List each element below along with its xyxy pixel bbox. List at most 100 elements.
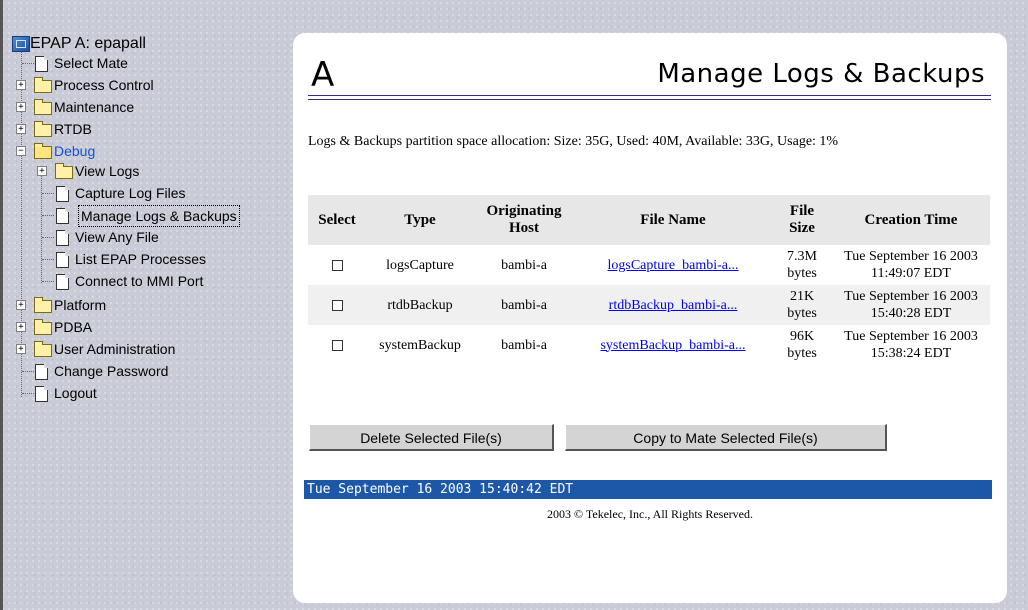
creation-time-cell: Tue September 16 2003 15:38:24 EDT [844, 329, 978, 361]
page-title: Manage Logs & Backups [657, 59, 985, 89]
row-checkbox[interactable] [331, 299, 343, 311]
expand-icon[interactable]: + [37, 166, 47, 176]
document-icon [35, 364, 48, 380]
tree-item-label: Change Password [54, 363, 169, 379]
delete-selected-button[interactable]: Delete Selected File(s) [309, 424, 554, 451]
expand-icon[interactable]: + [16, 300, 26, 310]
tree-item-process-control[interactable]: + Process Control [12, 75, 154, 95]
file-name-cell: systemBackup_bambi-a... [574, 325, 772, 365]
creation-time-cell: Tue September 16 2003 11:49:07 EDT [844, 249, 978, 281]
table-row: logsCapture bambi-a logsCapture_bambi-a.… [308, 245, 990, 285]
collapse-icon[interactable]: − [16, 146, 26, 156]
tree-item-label: Maintenance [54, 99, 135, 115]
header-type: Type [366, 195, 474, 245]
header-file-size: File Size [772, 195, 832, 245]
tree-item-rtdb[interactable]: + RTDB [12, 119, 92, 139]
document-icon [56, 230, 69, 246]
folder-icon [34, 77, 52, 93]
tree-item-view-any-file[interactable]: View Any File [12, 227, 159, 247]
tree-item-label: Logout [54, 385, 97, 401]
host-cell: bambi-a [501, 257, 547, 273]
tree-item-logout[interactable]: Logout [12, 383, 97, 403]
tree-item-connect-mmi-port[interactable]: Connect to MMI Port [12, 271, 203, 291]
type-cell: systemBackup [379, 337, 461, 353]
tree-item-label: Platform [54, 297, 107, 313]
file-link[interactable]: logsCapture_bambi-a... [607, 258, 738, 273]
document-icon [35, 56, 48, 72]
folder-icon [34, 121, 52, 137]
header-select: Select [308, 195, 366, 245]
tree-item-label: Capture Log Files [75, 185, 186, 201]
expand-icon[interactable]: + [16, 102, 26, 112]
tree-item-label: Connect to MMI Port [75, 273, 204, 289]
select-cell [308, 245, 366, 285]
type-cell: rtdbBackup [366, 285, 474, 325]
tree-item-label: PDBA [54, 319, 93, 335]
tree-item-capture-log-files[interactable]: Capture Log Files [12, 183, 186, 203]
file-size-cell: 7.3M bytes [787, 249, 817, 281]
file-size-cell: 96K bytes [787, 329, 817, 361]
expand-icon[interactable]: + [16, 80, 26, 90]
tree-item-platform[interactable]: + Platform [12, 295, 106, 315]
file-link[interactable]: systemBackup_bambi-a... [600, 338, 745, 353]
tree-item-manage-logs-backups[interactable]: Manage Logs & Backups [12, 205, 240, 227]
folder-icon [34, 99, 52, 115]
tree-item-label: View Logs [75, 163, 140, 179]
tree-item-pdba[interactable]: + PDBA [12, 317, 92, 337]
expand-icon[interactable]: + [16, 124, 26, 134]
tree-item-label: List EPAP Processes [75, 251, 206, 267]
open-folder-icon [34, 143, 52, 159]
window-left-border [0, 0, 3, 610]
type-cell: logsCapture [386, 257, 454, 273]
tree-root[interactable]: EPAP A: epapall [12, 33, 146, 53]
tree-item-label: User Administration [54, 341, 176, 357]
host-cell: bambi-a [501, 337, 547, 353]
tree-item-change-password[interactable]: Change Password [12, 361, 168, 381]
tree-item-debug[interactable]: − Debug [12, 141, 95, 161]
tree-item-label: Select Mate [54, 55, 128, 71]
tree-item-view-logs[interactable]: + View Logs [12, 161, 139, 181]
document-icon [56, 252, 69, 268]
files-table: Select Type Originating Host File Name F… [308, 195, 990, 365]
folder-icon [34, 341, 52, 357]
row-checkbox[interactable] [331, 339, 343, 351]
epap-server-icon [12, 36, 30, 52]
file-link[interactable]: rtdbBackup_bambi-a... [609, 298, 738, 313]
epap-letter: A [311, 55, 335, 95]
file-name-cell: logsCapture_bambi-a... [574, 245, 772, 285]
tree-item-list-epap-processes[interactable]: List EPAP Processes [12, 249, 206, 269]
partition-info: Logs & Backups partition space allocatio… [308, 134, 839, 149]
folder-icon [55, 163, 73, 179]
tree-item-user-administration[interactable]: + User Administration [12, 339, 175, 359]
tree-root-label: EPAP A: epapall [30, 35, 146, 52]
folder-icon [34, 297, 52, 313]
copy-to-mate-button[interactable]: Copy to Mate Selected File(s) [565, 424, 887, 451]
document-icon [56, 274, 69, 290]
header-creation-time: Creation Time [832, 195, 990, 245]
row-checkbox[interactable] [331, 259, 343, 271]
folder-icon [34, 319, 52, 335]
select-cell [308, 325, 366, 365]
file-size-cell: 21K bytes [772, 285, 832, 325]
tree-item-label: View Any File [75, 229, 159, 245]
tree-item-maintenance[interactable]: + Maintenance [12, 97, 134, 117]
header-originating-host: Originating Host [474, 195, 574, 245]
title-rule [308, 99, 991, 100]
document-icon [35, 386, 48, 402]
table-header-row: Select Type Originating Host File Name F… [308, 195, 990, 245]
copyright-text: 2003 © Tekelec, Inc., All Rights Reserve… [546, 507, 753, 521]
content-panel: A Manage Logs & Backups Logs & Backups p… [293, 33, 1007, 603]
title-rule [308, 95, 991, 96]
expand-icon[interactable]: + [16, 344, 26, 354]
document-icon [56, 208, 69, 224]
tree-item-select-mate[interactable]: Select Mate [12, 53, 128, 73]
table-row: systemBackup bambi-a systemBackup_bambi-… [308, 325, 990, 365]
expand-icon[interactable]: + [16, 322, 26, 332]
creation-time-cell: Tue September 16 2003 15:40:28 EDT [832, 285, 990, 325]
header-file-name: File Name [574, 195, 772, 245]
tree-item-label: RTDB [54, 121, 92, 137]
select-cell [308, 285, 366, 325]
tree-item-label: Manage Logs & Backups [78, 205, 240, 227]
tree-item-label: Debug [54, 143, 96, 159]
host-cell: bambi-a [474, 285, 574, 325]
